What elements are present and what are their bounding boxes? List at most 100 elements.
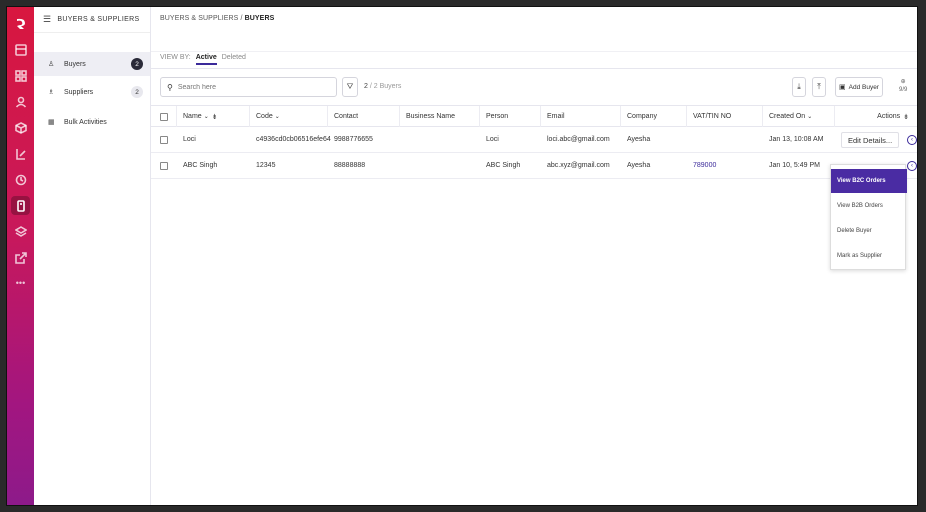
sort-chevron-icon[interactable]: ⌄: [807, 113, 812, 120]
sidebar-title: BUYERS & SUPPLIERS: [57, 16, 140, 23]
row-checkbox[interactable]: [160, 135, 168, 144]
col-company[interactable]: Company: [621, 106, 687, 127]
search-box[interactable]: ⚲: [160, 77, 337, 97]
download-icon: ⤓: [797, 82, 801, 91]
cell-vat: 789000: [693, 162, 717, 169]
sidebar-item-suppliers[interactable]: ♗ Suppliers 2: [34, 80, 150, 104]
col-actions: Actions ⇟: [835, 106, 917, 127]
row-select-cell: [151, 127, 177, 152]
select-all-checkbox[interactable]: [159, 112, 168, 121]
external-link-icon[interactable]: [11, 248, 30, 267]
brand-logo-icon[interactable]: [11, 14, 30, 33]
actions-menu-toggle-icon[interactable]: ‹: [907, 161, 917, 171]
col-created-on-label: Created On: [769, 113, 806, 120]
dashboard-icon[interactable]: [11, 40, 30, 59]
users-icon[interactable]: [11, 92, 30, 111]
column-count: 9/9: [899, 87, 908, 93]
count-total: / 2 Buyers: [369, 83, 402, 90]
buyers-suppliers-icon[interactable]: [11, 196, 30, 215]
table-row[interactable]: ABC Singh 12345 88888888 ABC Singh abc.x…: [151, 153, 917, 179]
cell-created-on: Jan 10, 5:49 PM: [769, 162, 820, 169]
actions-menu-toggle-icon[interactable]: ‹: [907, 135, 917, 145]
hamburger-menu-icon[interactable]: ☰: [43, 14, 51, 25]
col-vat[interactable]: VAT/TIN NO: [687, 106, 763, 127]
cell-code: 12345: [256, 162, 276, 169]
bulk-icon: ▦: [48, 119, 55, 126]
more-icon[interactable]: •••: [11, 273, 30, 292]
row-select-cell: [151, 153, 177, 178]
tab-active[interactable]: Active: [195, 54, 217, 65]
table-row[interactable]: Loci c4936cd0cb06516efe64 9988776655 Loc…: [151, 127, 917, 153]
main-content: BUYERS & SUPPLIERS / BUYERS VIEW BY: Act…: [151, 7, 917, 505]
table-header: Name ⌄ ⇟ Code ⌄ Contact Business Name Pe…: [151, 105, 917, 127]
cell-person: ABC Singh: [486, 162, 521, 169]
search-input[interactable]: [177, 83, 318, 91]
col-email-label: Email: [547, 113, 565, 120]
cell-email: abc.xyz@gmail.com: [547, 162, 610, 169]
add-buyer-button[interactable]: ▣ Add Buyer: [835, 77, 883, 97]
upload-button[interactable]: ⤒: [812, 77, 826, 97]
clock-icon[interactable]: [11, 170, 30, 189]
upload-icon: ⤒: [817, 82, 821, 91]
pin-icon[interactable]: ⇟: [903, 113, 909, 121]
menu-item-delete-buyer[interactable]: Delete Buyer: [831, 219, 907, 243]
breadcrumb-parent[interactable]: BUYERS & SUPPLIERS: [160, 15, 238, 22]
sidebar-item-label: Suppliers: [64, 88, 94, 96]
count-shown: 2: [364, 83, 368, 90]
col-name[interactable]: Name ⌄ ⇟: [177, 106, 250, 127]
supplier-icon: ♗: [48, 89, 55, 96]
col-vat-label: VAT/TIN NO: [693, 113, 732, 120]
cell-person: Loci: [486, 136, 499, 143]
column-settings[interactable]: ⊕ 9/9: [899, 78, 907, 94]
cell-name[interactable]: ABC Singh: [177, 153, 217, 178]
sidebar-item-bulk-activities[interactable]: ▦ Bulk Activities: [34, 110, 150, 134]
header-divider: [151, 51, 917, 52]
cell-contact: 88888888: [334, 162, 366, 169]
cell-company: Ayesha: [627, 136, 651, 143]
menu-item-mark-as-supplier[interactable]: Mark as Supplier: [831, 244, 907, 268]
filter-button[interactable]: ⛛: [342, 77, 358, 97]
pin-icon[interactable]: ⇟: [212, 113, 218, 121]
sort-chevron-icon[interactable]: ⌄: [275, 113, 280, 120]
col-business-name[interactable]: Business Name: [400, 106, 480, 127]
buyer-icon: ♙: [48, 61, 55, 68]
download-button[interactable]: ⤓: [792, 77, 806, 97]
menu-item-view-b2c-orders[interactable]: View B2C Orders: [831, 169, 907, 193]
col-business-name-label: Business Name: [406, 113, 456, 120]
icon-rail: •••: [7, 7, 34, 505]
menu-item-view-b2b-orders[interactable]: View B2B Orders: [831, 194, 907, 218]
cell-email: loci.abc@gmail.com: [547, 136, 610, 143]
edit-details-button[interactable]: Edit Details...: [841, 132, 900, 148]
row-actions-menu: View B2C Orders View B2B Orders Delete B…: [830, 164, 907, 270]
cell-contact: 9988776655: [334, 136, 373, 143]
breadcrumb-current: BUYERS: [244, 15, 275, 22]
cell-name[interactable]: Loci: [177, 127, 196, 152]
tab-deleted[interactable]: Deleted: [222, 54, 246, 65]
col-contact[interactable]: Contact: [328, 106, 400, 127]
col-actions-label: Actions: [877, 113, 901, 120]
col-contact-label: Contact: [334, 113, 359, 120]
grid-icon[interactable]: [11, 66, 30, 85]
app-window: ••• ☰ BUYERS & SUPPLIERS ♙ Buyers 2 ♗ Su…: [6, 6, 918, 506]
box-icon[interactable]: [11, 118, 30, 137]
cell-created-on: Jan 13, 10:08 AM: [769, 136, 824, 143]
search-icon: ⚲: [167, 82, 173, 92]
breadcrumb: BUYERS & SUPPLIERS / BUYERS: [160, 15, 274, 22]
sidebar-item-buyers[interactable]: ♙ Buyers 2: [34, 52, 150, 76]
column-settings-icon: ⊕: [900, 79, 906, 85]
col-name-label: Name: [183, 113, 202, 120]
col-code[interactable]: Code ⌄: [250, 106, 328, 127]
filter-icon: ⛛: [346, 82, 354, 91]
sidebar-item-label: Buyers: [64, 60, 86, 68]
col-created-on[interactable]: Created On ⌄: [763, 106, 835, 127]
col-person[interactable]: Person: [480, 106, 541, 127]
section-sidebar: ☰ BUYERS & SUPPLIERS ♙ Buyers 2 ♗ Suppli…: [34, 7, 151, 505]
add-buyer-label: Add Buyer: [848, 83, 879, 91]
layers-icon[interactable]: [11, 222, 30, 241]
tag-icon[interactable]: [11, 144, 30, 163]
sort-chevron-icon[interactable]: ⌄: [204, 113, 209, 120]
cell-company: Ayesha: [627, 162, 651, 169]
row-checkbox[interactable]: [160, 161, 168, 170]
view-by-label: VIEW BY:: [160, 54, 191, 61]
col-email[interactable]: Email: [541, 106, 621, 127]
